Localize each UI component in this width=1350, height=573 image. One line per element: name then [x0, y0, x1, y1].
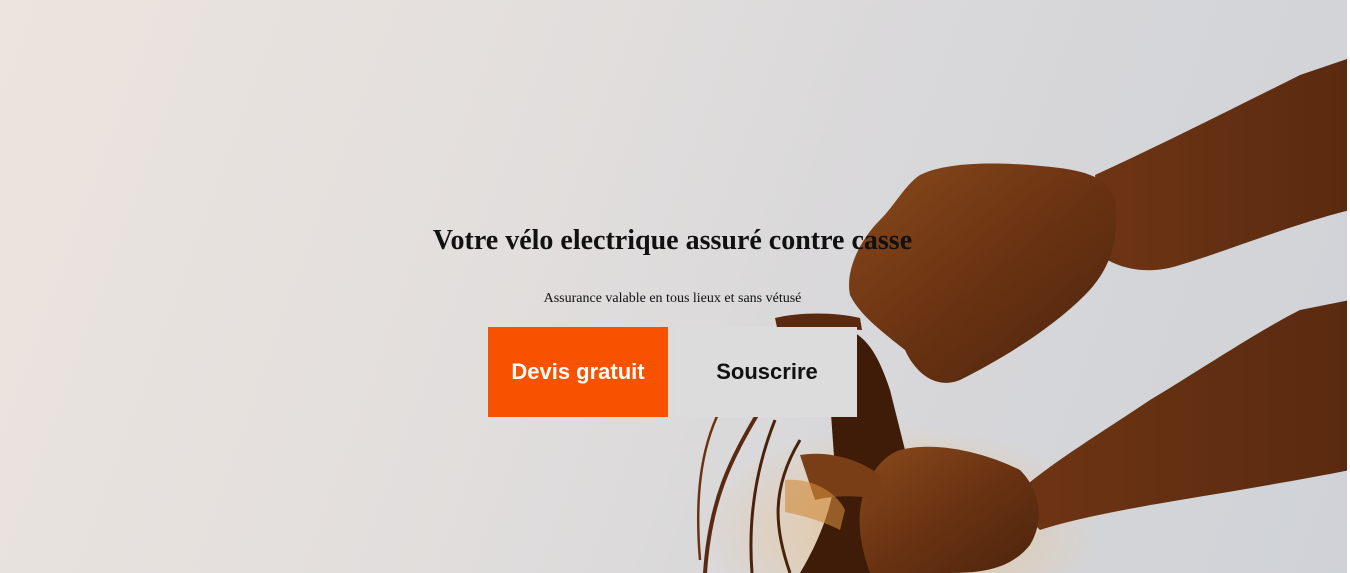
subscribe-button[interactable]: Souscrire [677, 327, 857, 417]
cyclist-hands-photo [600, 58, 1350, 573]
hero-section: Votre vélo electrique assuré contre cass… [0, 0, 1350, 573]
free-quote-button[interactable]: Devis gratuit [488, 327, 668, 417]
page-title: Votre vélo electrique assuré contre cass… [432, 225, 913, 256]
page-subtitle: Assurance valable en tous lieux et sans … [543, 291, 802, 306]
